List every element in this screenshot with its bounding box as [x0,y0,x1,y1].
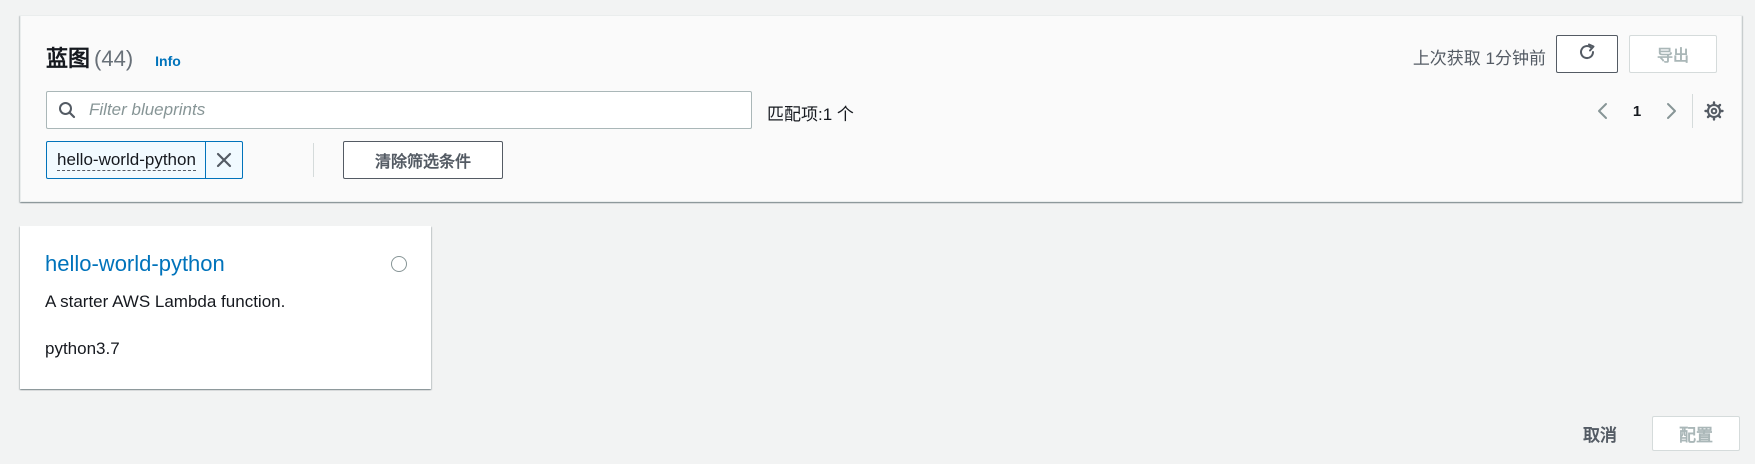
blueprint-select-radio[interactable] [391,256,407,272]
blueprint-count: (44) [94,46,134,71]
next-page-button[interactable] [1656,96,1686,126]
chevron-right-icon [1667,103,1676,119]
close-icon [216,152,232,168]
preferences-button[interactable] [1699,96,1729,126]
filter-token-label[interactable]: hello-world-python [47,142,206,178]
export-button[interactable]: 导出 [1629,35,1717,73]
search-icon [47,101,87,119]
blueprint-title-link[interactable]: hello-world-python [45,251,225,277]
gear-icon [1704,101,1724,121]
blueprint-runtime: python3.7 [45,339,120,358]
panel-header: 蓝图 (44) Info [46,41,181,73]
configure-button[interactable]: 配置 [1652,416,1740,451]
refresh-button[interactable] [1556,35,1618,73]
filter-token-text: hello-world-python [57,149,196,171]
blueprints-panel: 蓝图 (44) Info 上次获取 1分钟前 导出 匹配项:1 个 1 [20,15,1742,202]
page-title: 蓝图 [46,46,91,71]
token-divider [313,143,314,177]
blueprint-card[interactable]: hello-world-python A starter AWS Lambda … [20,226,431,389]
current-page-number[interactable]: 1 [1618,103,1656,120]
pagination-divider [1692,94,1693,128]
blueprint-description: A starter AWS Lambda function. [45,292,286,311]
chevron-left-icon [1598,103,1607,119]
info-link[interactable]: Info [155,53,181,69]
filter-search-box[interactable] [46,91,752,129]
cancel-button[interactable]: 取消 [1560,416,1640,450]
filter-input[interactable] [87,92,751,128]
clear-filters-button[interactable]: 清除筛选条件 [343,141,503,179]
refresh-icon [1577,42,1597,67]
last-fetched-text: 上次获取 1分钟前 [1412,49,1546,68]
pagination: 1 [1588,94,1686,128]
match-count: 匹配项:1 个 [767,105,854,124]
previous-page-button[interactable] [1588,96,1618,126]
filter-token: hello-world-python [46,141,243,179]
remove-filter-button[interactable] [206,142,242,178]
